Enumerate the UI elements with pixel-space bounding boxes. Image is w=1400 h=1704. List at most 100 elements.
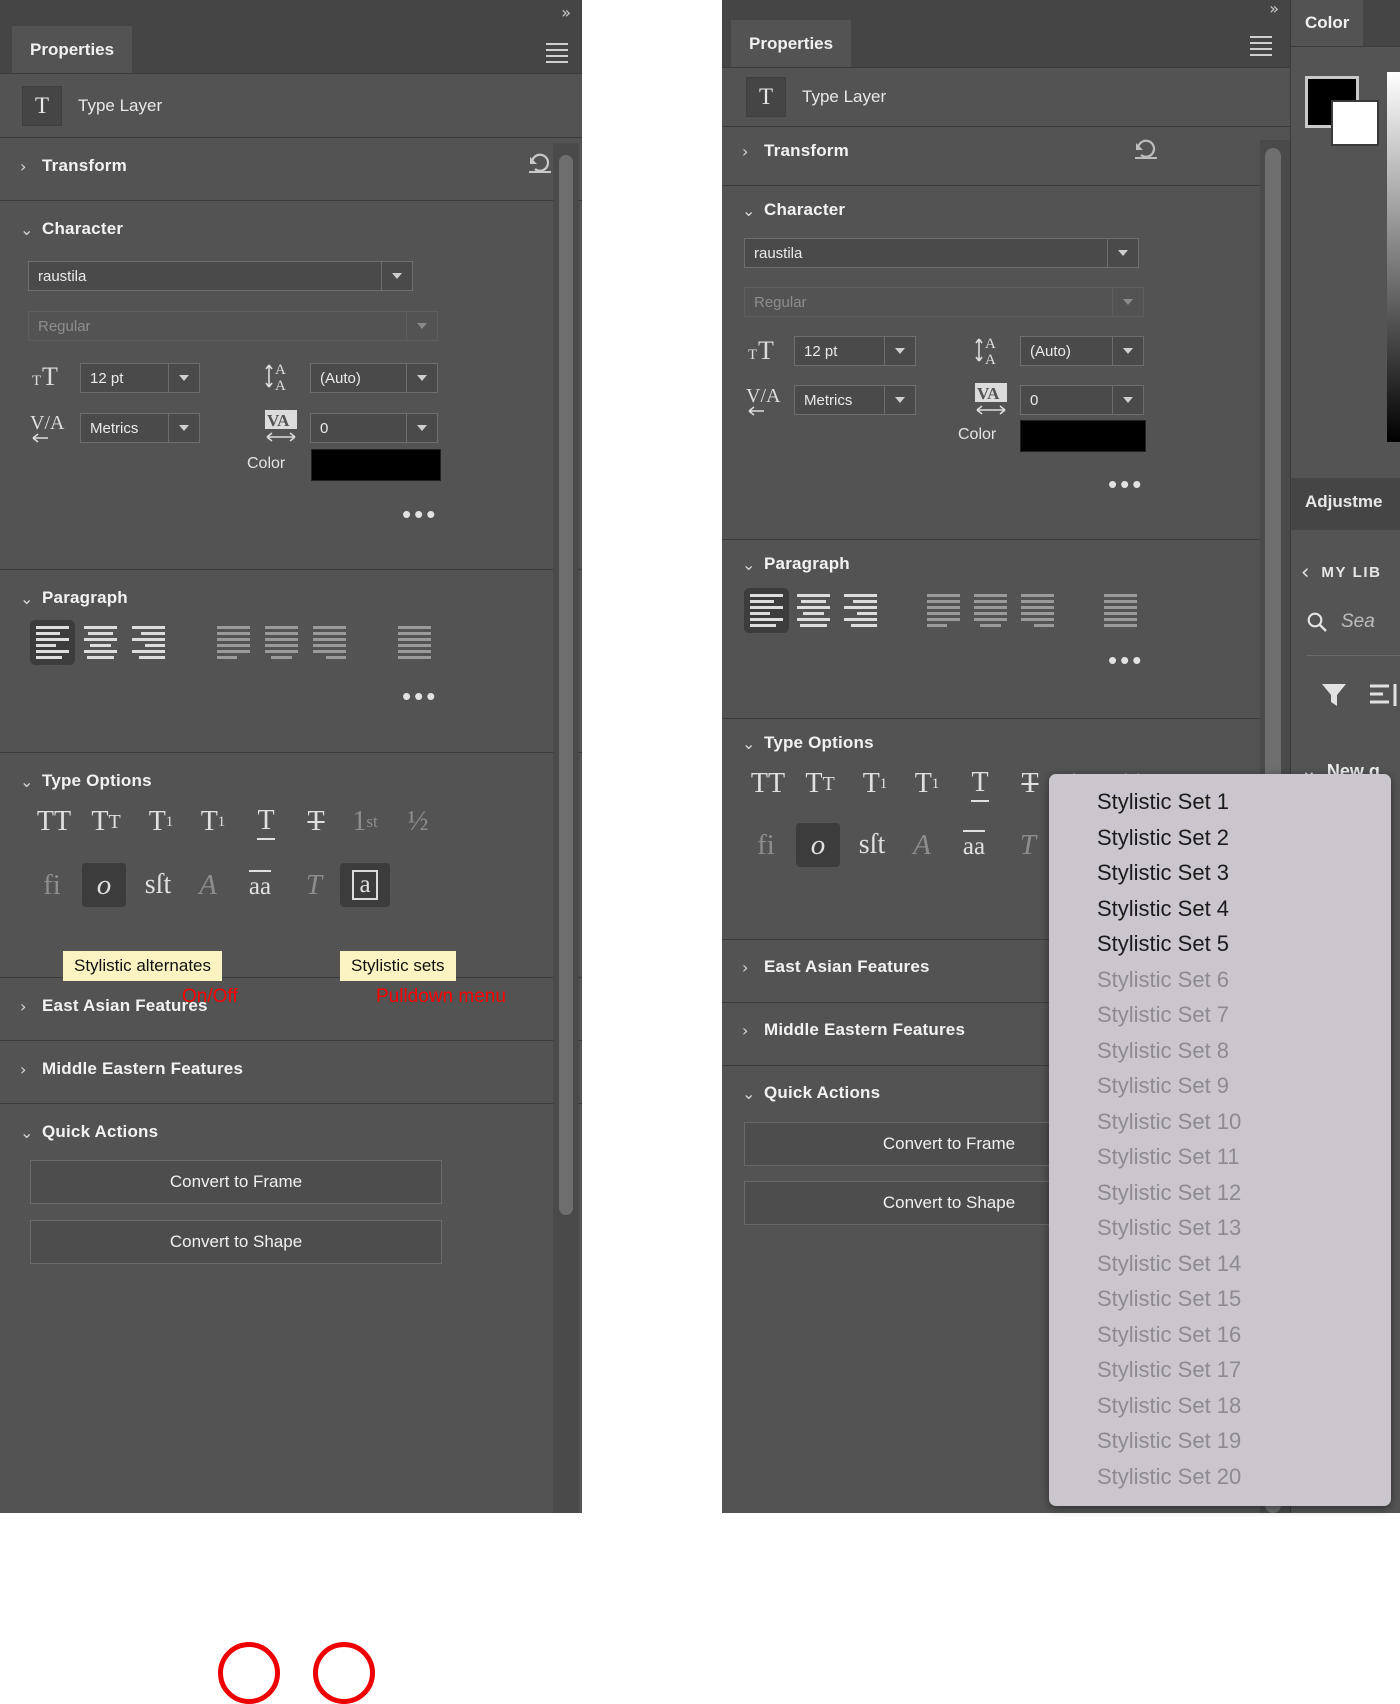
leading-field[interactable]: (Auto) [310, 363, 438, 393]
section-type-options-header[interactable]: ⌄ Type Options [0, 753, 582, 807]
leading-dropdown-arrow[interactable] [406, 364, 437, 392]
fractions-icon[interactable]: ½ [394, 801, 442, 843]
sort-list-icon[interactable] [1369, 682, 1400, 708]
stylistic-sets-icon[interactable]: a [340, 863, 390, 907]
stylistic-sets-dropdown-menu[interactable]: Stylistic Set 1 Stylistic Set 2 Stylistic … [1049, 774, 1391, 1506]
small-caps-icon[interactable]: TT [796, 763, 844, 805]
paragraph-align-right-button[interactable] [126, 620, 171, 665]
menu-item-stylistic-set-15[interactable]: Stylistic Set 15 [1049, 1281, 1391, 1317]
font-style-dropdown-arrow[interactable] [406, 312, 437, 340]
font-size-field[interactable]: 12 pt [794, 336, 916, 366]
all-caps-icon[interactable]: TT [744, 763, 792, 805]
menu-item-stylistic-set-18[interactable]: Stylistic Set 18 [1049, 1388, 1391, 1424]
font-family-field[interactable]: raustila [744, 238, 1139, 268]
kerning-field[interactable]: Metrics [794, 385, 916, 415]
section-paragraph-header[interactable]: ⌄ Paragraph [0, 570, 582, 624]
underline-icon[interactable]: T [244, 801, 288, 843]
menu-item-stylistic-set-4[interactable]: Stylistic Set 4 [1049, 891, 1391, 927]
tracking-field[interactable]: 0 [1020, 385, 1144, 415]
font-style-field[interactable]: Regular [28, 311, 438, 341]
strikethrough-icon[interactable]: T [294, 801, 338, 843]
ordinals-icon[interactable]: 1st [340, 801, 390, 843]
paragraph-align-left-button[interactable] [30, 620, 75, 665]
subscript-icon[interactable]: T1 [904, 763, 950, 805]
hamburger-menu-icon[interactable] [1250, 36, 1272, 60]
menu-item-stylistic-set-16[interactable]: Stylistic Set 16 [1049, 1317, 1391, 1353]
menu-item-stylistic-set-3[interactable]: Stylistic Set 3 [1049, 855, 1391, 891]
standard-ligatures-icon[interactable]: fi [744, 823, 788, 867]
left-panel-scrollbar-thumb[interactable] [559, 155, 573, 1215]
tracking-dropdown-arrow[interactable] [406, 414, 437, 442]
small-caps-icon[interactable]: TT [82, 801, 130, 843]
menu-item-stylistic-set-1[interactable]: Stylistic Set 1 [1049, 784, 1391, 820]
kerning-dropdown-arrow[interactable] [168, 414, 199, 442]
menu-item-stylistic-set-7[interactable]: Stylistic Set 7 [1049, 997, 1391, 1033]
section-type-options-header[interactable]: ⌄ Type Options [722, 719, 1290, 769]
underline-icon[interactable]: T [958, 763, 1002, 805]
paragraph-align-left-button[interactable] [744, 588, 789, 633]
font-family-dropdown-arrow[interactable] [381, 262, 412, 290]
font-family-dropdown-arrow[interactable] [1107, 239, 1138, 267]
section-quick-actions-header[interactable]: ⌄ Quick Actions [0, 1104, 582, 1158]
library-back-row[interactable]: ‹ MY LIB [1301, 560, 1382, 584]
tracking-field[interactable]: 0 [310, 413, 438, 443]
titling-alternates-icon[interactable]: T [292, 863, 336, 907]
menu-item-stylistic-set-13[interactable]: Stylistic Set 13 [1049, 1210, 1391, 1246]
superscript-icon[interactable]: T1 [852, 763, 898, 805]
font-size-dropdown-arrow[interactable] [168, 364, 199, 392]
stylistic-alternates-icon[interactable]: aа [234, 863, 286, 907]
menu-item-stylistic-set-17[interactable]: Stylistic Set 17 [1049, 1352, 1391, 1388]
swash-icon[interactable]: A [900, 823, 944, 867]
section-character-header[interactable]: ⌄ Character [0, 201, 582, 255]
leading-field[interactable]: (Auto) [1020, 336, 1144, 366]
font-style-dropdown-arrow[interactable] [1112, 288, 1143, 316]
menu-item-stylistic-set-14[interactable]: Stylistic Set 14 [1049, 1246, 1391, 1282]
text-color-swatch[interactable] [311, 449, 441, 481]
paragraph-justify-last-center-button[interactable] [968, 588, 1013, 633]
tab-properties[interactable]: Properties [12, 26, 133, 73]
font-style-field[interactable]: Regular [744, 287, 1144, 317]
menu-item-stylistic-set-10[interactable]: Stylistic Set 10 [1049, 1104, 1391, 1140]
contextual-alternates-icon[interactable]: sſt [850, 823, 894, 867]
tab-properties[interactable]: Properties [731, 20, 852, 67]
hamburger-menu-icon[interactable] [546, 43, 568, 67]
kerning-dropdown-arrow[interactable] [884, 386, 915, 414]
paragraph-align-right-button[interactable] [838, 588, 883, 633]
convert-to-shape-button[interactable]: Convert to Shape [30, 1220, 442, 1264]
menu-item-stylistic-set-12[interactable]: Stylistic Set 12 [1049, 1175, 1391, 1211]
chevron-left-icon[interactable]: ‹ [1301, 560, 1309, 584]
color-ramp[interactable] [1387, 72, 1400, 442]
font-size-dropdown-arrow[interactable] [884, 337, 915, 365]
subscript-icon[interactable]: T1 [190, 801, 236, 843]
paragraph-align-center-button[interactable] [791, 588, 836, 633]
menu-item-stylistic-set-9[interactable]: Stylistic Set 9 [1049, 1068, 1391, 1104]
menu-item-stylistic-set-19[interactable]: Stylistic Set 19 [1049, 1423, 1391, 1459]
chevron-double-right-icon[interactable]: » [561, 3, 571, 22]
paragraph-justify-last-right-button[interactable] [1015, 588, 1060, 633]
funnel-icon[interactable] [1319, 680, 1349, 710]
library-search-row[interactable]: Sea [1305, 610, 1375, 634]
section-middle-eastern-header[interactable]: › Middle Eastern Features [0, 1041, 582, 1095]
character-more-options[interactable]: ••• [1108, 471, 1144, 497]
chevron-double-right-icon[interactable]: » [1269, 0, 1279, 18]
background-color-swatch[interactable] [1331, 100, 1379, 146]
paragraph-justify-all-button[interactable] [392, 620, 437, 665]
tracking-dropdown-arrow[interactable] [1112, 386, 1143, 414]
discretionary-ligatures-icon[interactable]: о [82, 863, 126, 907]
paragraph-align-center-button[interactable] [78, 620, 123, 665]
paragraph-justify-all-button[interactable] [1098, 588, 1143, 633]
paragraph-more-options[interactable]: ••• [1108, 647, 1144, 673]
font-size-field[interactable]: 12 pt [80, 363, 200, 393]
convert-to-frame-button[interactable]: Convert to Frame [30, 1160, 442, 1204]
section-transform-header[interactable]: › Transform [722, 127, 1290, 177]
leading-dropdown-arrow[interactable] [1112, 337, 1143, 365]
superscript-icon[interactable]: T1 [138, 801, 184, 843]
swash-icon[interactable]: A [186, 863, 230, 907]
paragraph-more-options[interactable]: ••• [402, 683, 438, 709]
menu-item-stylistic-set-6[interactable]: Stylistic Set 6 [1049, 962, 1391, 998]
standard-ligatures-icon[interactable]: fi [30, 863, 74, 907]
all-caps-icon[interactable]: TT [30, 801, 78, 843]
menu-item-stylistic-set-2[interactable]: Stylistic Set 2 [1049, 820, 1391, 856]
contextual-alternates-icon[interactable]: sſt [136, 863, 180, 907]
menu-item-stylistic-set-11[interactable]: Stylistic Set 11 [1049, 1139, 1391, 1175]
